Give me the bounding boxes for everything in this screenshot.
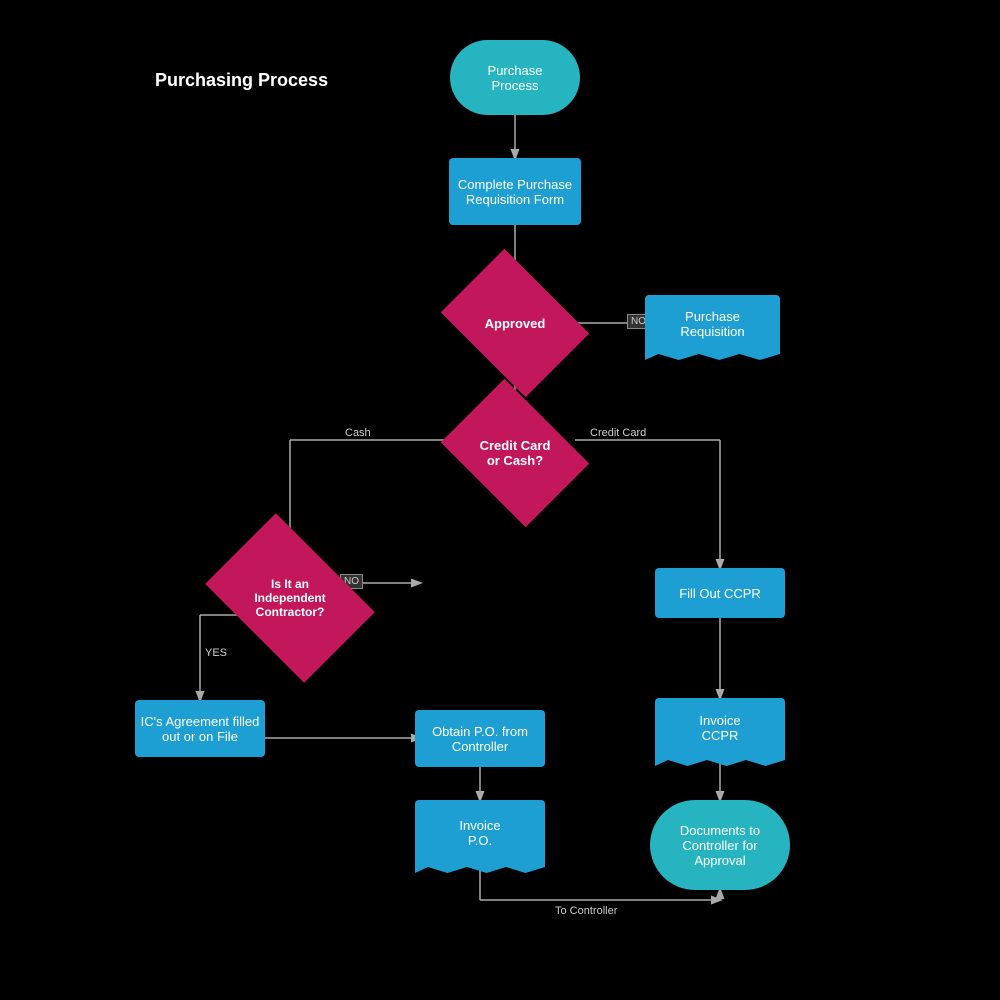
credit-cash-diamond	[441, 379, 589, 527]
invoice-ccpr-label: Invoice CCPR	[699, 713, 740, 743]
diagram-title: Purchasing Process	[155, 70, 328, 91]
independent-contractor-node: Is It an Independent Contractor?	[220, 548, 360, 648]
complete-form-label: Complete Purchase Requisition Form	[458, 177, 572, 207]
credit-card-label: Credit Card	[590, 427, 646, 439]
approved-node: Approved	[455, 278, 575, 368]
fill-ccpr-label: Fill Out CCPR	[679, 586, 761, 601]
complete-form-node: Complete Purchase Requisition Form	[449, 158, 581, 225]
purchase-req-node: Purchase Requisition	[645, 295, 780, 352]
ic-agreement-label: IC's Agreement filled out or on File	[141, 714, 260, 744]
to-controller-label: To Controller	[555, 905, 617, 917]
invoice-po-label: Invoice P.O.	[459, 818, 500, 848]
start-label: Purchase Process	[488, 63, 543, 93]
ic-agreement-node: IC's Agreement filled out or on File	[135, 700, 265, 757]
yes-label-contractor: YES	[205, 647, 227, 659]
purchase-req-label: Purchase Requisition	[680, 309, 744, 339]
documents-controller-label: Documents to Controller for Approval	[680, 823, 760, 868]
invoice-po-node: Invoice P.O.	[415, 800, 545, 865]
obtain-po-node: Obtain P.O. from Controller	[415, 710, 545, 767]
approved-diamond	[441, 249, 589, 397]
cash-label: Cash	[345, 427, 371, 439]
credit-cash-node: Credit Card or Cash?	[455, 408, 575, 498]
start-node: Purchase Process	[450, 40, 580, 115]
obtain-po-label: Obtain P.O. from Controller	[432, 724, 528, 754]
fill-ccpr-node: Fill Out CCPR	[655, 568, 785, 618]
invoice-ccpr-node: Invoice CCPR	[655, 698, 785, 758]
documents-controller-node: Documents to Controller for Approval	[650, 800, 790, 890]
contractor-diamond	[205, 513, 375, 683]
